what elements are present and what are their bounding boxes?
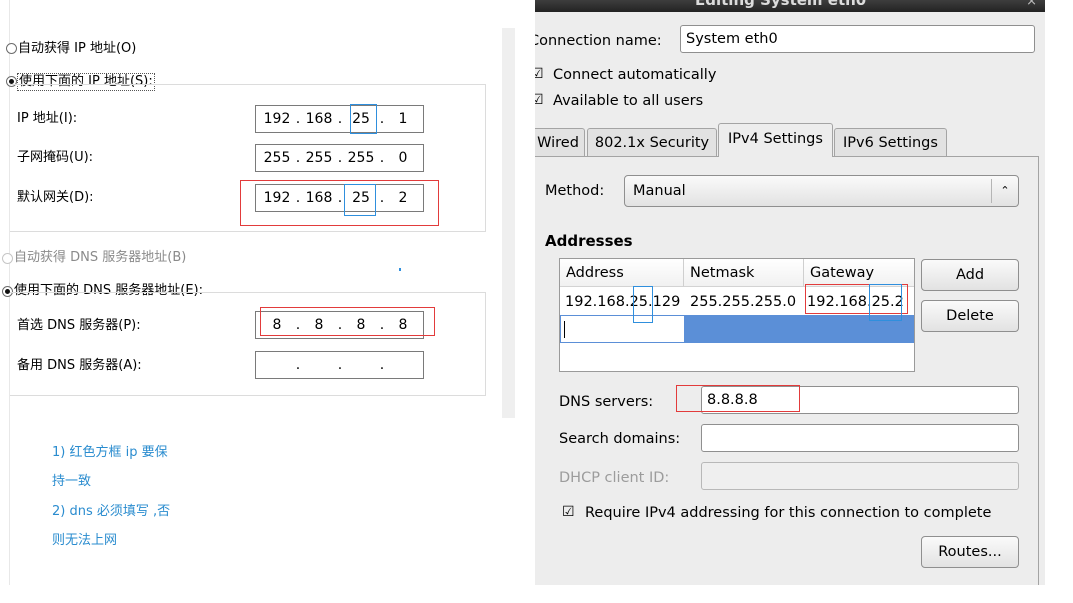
auto-dns-label: 自动获得 DNS 服务器地址(B) <box>14 250 187 265</box>
ip-octet-1: 192 <box>263 111 291 127</box>
addresses-table[interactable]: Address Netmask Gateway 192.168.25.129 2… <box>559 258 915 372</box>
dns-red-highlight <box>676 385 800 412</box>
search-domains-label: Search domains: <box>559 431 681 447</box>
col-header-gateway[interactable]: Gateway <box>804 259 914 287</box>
window-titlebar: Editing System eth0 × <box>535 0 1045 12</box>
mask-octet-2: 255 <box>305 150 333 166</box>
col-header-address[interactable]: Address <box>560 259 684 287</box>
window-title: Editing System eth0 <box>695 0 867 9</box>
subnet-mask-input[interactable]: 255 . 255 . 255 . 0 <box>255 144 424 172</box>
col-header-netmask[interactable]: Netmask <box>684 259 804 287</box>
mask-octet-3: 255 <box>347 150 375 166</box>
connection-name-input[interactable]: System eth0 <box>680 25 1035 53</box>
ip-dot: . <box>379 111 385 127</box>
ip-octet-4: 1 <box>398 111 408 127</box>
routes-button[interactable]: Routes... <box>921 536 1019 568</box>
method-label: Method: <box>545 183 605 199</box>
tab-ipv4-settings[interactable]: IPv4 Settings <box>718 123 833 157</box>
linux-connection-editor: Editing System eth0 × Connection name: S… <box>535 0 1045 585</box>
note-line-4: 则无法上网 <box>52 533 118 548</box>
ip-octet-highlight <box>350 104 377 134</box>
auto-ip-radio[interactable] <box>6 43 17 54</box>
adns-dot: . <box>337 357 343 373</box>
text-caret <box>564 321 565 338</box>
addresses-heading: Addresses <box>545 232 633 250</box>
gateway-octet-highlight <box>869 284 902 321</box>
adns-dot: . <box>295 357 301 373</box>
tab-8021x-security[interactable]: 802.1x Security <box>587 128 717 156</box>
close-icon[interactable]: × <box>1026 0 1037 9</box>
tab-ipv6-settings[interactable]: IPv6 Settings <box>834 128 947 156</box>
windows-ipv4-properties: 自动获得 IP 地址(O) 使用下面的 IP 地址(S): IP 地址(I): … <box>0 0 520 603</box>
ip-octet-2: 168 <box>305 111 333 127</box>
method-value: Manual <box>633 183 686 199</box>
mask-dot: . <box>379 150 385 166</box>
preferred-dns-label: 首选 DNS 服务器(P): <box>17 318 141 333</box>
search-domains-input[interactable] <box>701 424 1019 452</box>
mask-octet-4: 0 <box>398 150 408 166</box>
subnet-mask-label: 子网掩码(U): <box>17 150 94 165</box>
dns-red-highlight <box>260 307 435 336</box>
ip-dot: . <box>337 111 343 127</box>
require-ipv4-checkbox[interactable]: ☑ <box>562 504 575 520</box>
stray-dot <box>399 268 401 271</box>
cell-address[interactable]: 192.168.25.129 <box>560 289 680 315</box>
address-octet-highlight <box>633 286 653 323</box>
ip-address-input[interactable]: 192 . 168 . 25 . 1 <box>255 105 424 133</box>
note-line-3: 2) dns 必须填写 ,否 <box>52 504 171 519</box>
dhcp-client-id-label: DHCP client ID: <box>559 470 670 486</box>
scrollbar-track <box>502 28 515 418</box>
mask-octet-1: 255 <box>263 150 291 166</box>
note-line-1: 1) 红色方框 ip 要保 <box>52 445 168 460</box>
alternate-dns-label: 备用 DNS 服务器(A): <box>17 358 142 373</box>
mask-dot: . <box>295 150 301 166</box>
note-line-2: 持一致 <box>52 474 92 489</box>
alternate-dns-input[interactable]: . . . <box>255 351 424 379</box>
gateway-octet-highlight <box>344 184 376 216</box>
connect-auto-label: Connect automatically <box>553 67 717 83</box>
ip-dot: . <box>295 111 301 127</box>
gateway-red-highlight <box>240 180 439 226</box>
chevron-up-down-icon: ⌃ <box>991 179 1018 203</box>
mask-dot: . <box>337 150 343 166</box>
dhcp-client-id-input[interactable] <box>701 462 1019 490</box>
all-users-checkbox[interactable]: ☑ <box>535 92 544 108</box>
tab-wired[interactable]: Wired <box>535 128 585 156</box>
adns-dot: . <box>379 357 385 373</box>
delete-button[interactable]: Delete <box>921 300 1019 332</box>
add-button[interactable]: Add <box>921 259 1019 291</box>
auto-ip-label: 自动获得 IP 地址(O) <box>18 41 137 56</box>
ip-address-label: IP 地址(I): <box>17 111 78 126</box>
cell-netmask[interactable]: 255.255.255.0 <box>685 289 796 315</box>
dns-servers-label: DNS servers: <box>559 394 654 410</box>
connection-name-label: Connection name: <box>535 33 662 49</box>
require-ipv4-label: Require IPv4 addressing for this connect… <box>585 505 992 521</box>
method-dropdown[interactable]: Manual ⌃ <box>624 175 1019 207</box>
editing-cell[interactable] <box>560 315 685 343</box>
connect-auto-checkbox[interactable]: ☑ <box>535 66 544 82</box>
auto-dns-radio[interactable] <box>2 253 13 264</box>
all-users-label: Available to all users <box>553 93 704 109</box>
default-gateway-label: 默认网关(D): <box>17 190 94 205</box>
